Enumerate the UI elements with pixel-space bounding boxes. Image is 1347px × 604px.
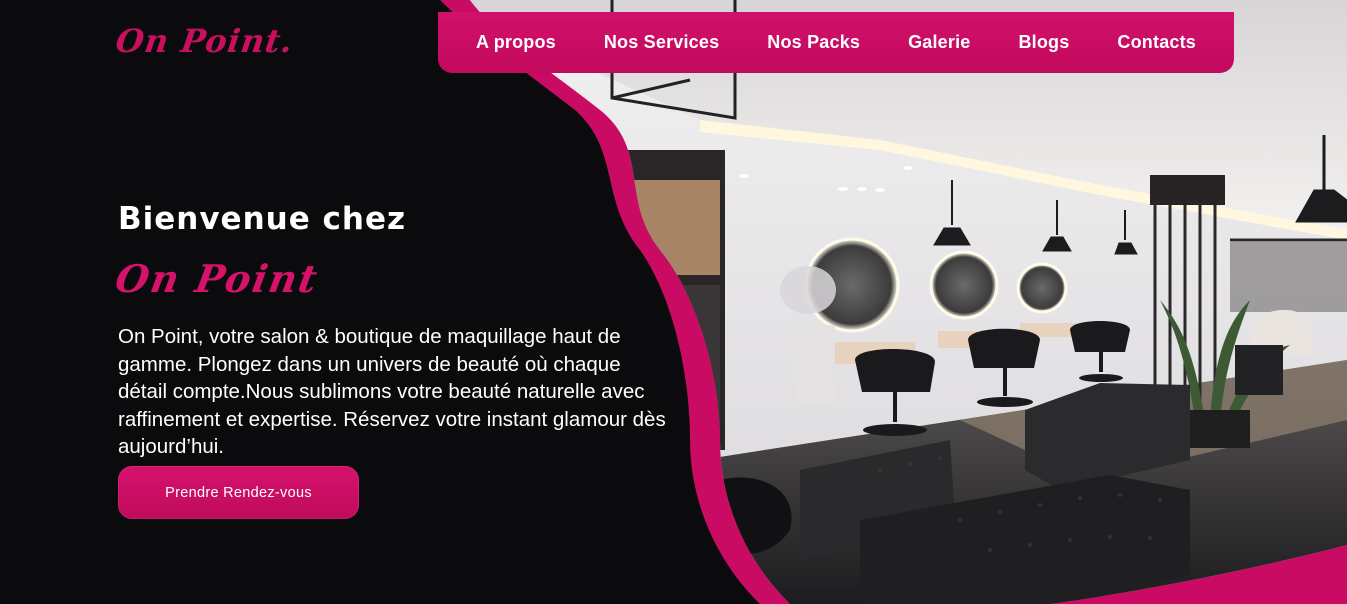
nav-item-contacts[interactable]: Contacts — [1117, 32, 1196, 53]
nav-item-blogs[interactable]: Blogs — [1018, 32, 1069, 53]
main-navigation: A propos Nos Services Nos Packs Galerie … — [438, 12, 1234, 73]
hero-description: On Point, votre salon & boutique de maqu… — [118, 325, 666, 458]
logo[interactable]: On Point. — [113, 22, 296, 60]
welcome-heading: Bienvenue chez — [118, 201, 407, 237]
book-appointment-button[interactable]: Prendre Rendez-vous — [118, 466, 359, 519]
brand-name-heading: On Point — [112, 256, 323, 301]
nav-item-nos-services[interactable]: Nos Services — [604, 32, 719, 53]
nav-item-nos-packs[interactable]: Nos Packs — [767, 32, 860, 53]
nav-item-a-propos[interactable]: A propos — [476, 32, 556, 53]
nav-item-galerie[interactable]: Galerie — [908, 32, 970, 53]
